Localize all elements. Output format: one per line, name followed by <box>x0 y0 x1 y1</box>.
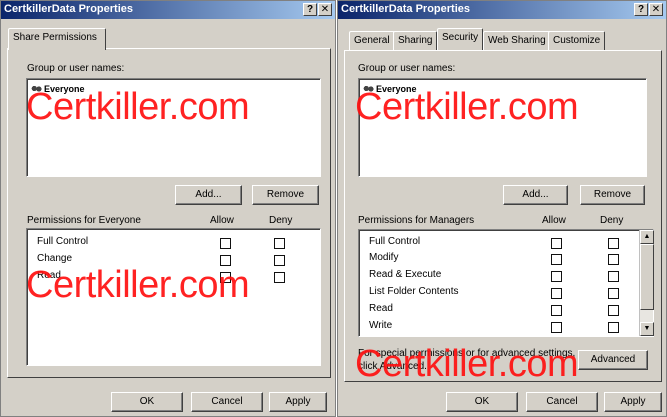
allow-checkbox[interactable] <box>551 238 562 249</box>
permission-label: Full Control <box>37 236 89 247</box>
permission-row: Write <box>369 320 392 336</box>
permission-label: Read <box>369 303 393 314</box>
allow-header: Allow <box>542 215 566 226</box>
remove-button[interactable]: Remove <box>580 185 645 205</box>
title-bar: CertkillerData Properties <box>1 1 335 19</box>
allow-checkbox[interactable] <box>551 322 562 333</box>
permission-label: Modify <box>369 252 399 263</box>
apply-button[interactable]: Apply <box>269 392 327 412</box>
deny-checkbox[interactable] <box>608 322 619 333</box>
deny-header: Deny <box>269 215 293 226</box>
cancel-button[interactable]: Cancel <box>191 392 263 412</box>
scroll-up-icon[interactable]: ▲ <box>640 230 654 244</box>
permission-label: Read & Execute <box>369 269 442 280</box>
deny-checkbox[interactable] <box>608 305 619 316</box>
tab-web-sharing[interactable]: Web Sharing <box>483 31 551 50</box>
deny-checkbox[interactable] <box>608 288 619 299</box>
apply-button[interactable]: Apply <box>604 392 662 412</box>
group-label: Group or user names: <box>27 63 125 74</box>
remove-button[interactable]: Remove <box>252 185 319 205</box>
tab-share-permissions[interactable]: Share Permissions <box>8 28 106 50</box>
tab-sharing[interactable]: Sharing <box>393 31 438 50</box>
allow-checkbox[interactable] <box>551 271 562 282</box>
help-button[interactable]: ? <box>634 3 648 16</box>
deny-header: Deny <box>600 215 624 226</box>
deny-checkbox[interactable] <box>274 238 285 249</box>
watermark-text: Certkiller.com <box>26 264 250 306</box>
allow-checkbox[interactable] <box>551 305 562 316</box>
window-title: CertkillerData Properties <box>341 3 470 15</box>
permissions-label: Permissions for Everyone <box>27 215 141 226</box>
permission-row: Read & Execute <box>369 269 441 285</box>
add-button[interactable]: Add... <box>503 185 568 205</box>
scroll-down-icon[interactable]: ▼ <box>640 322 654 336</box>
scroll-thumb[interactable] <box>640 244 654 310</box>
ok-button[interactable]: OK <box>446 392 518 412</box>
permission-label: Write <box>369 320 393 331</box>
permission-label: Change <box>37 253 73 264</box>
permission-row: Full Control <box>369 236 420 252</box>
window-title: CertkillerData Properties <box>4 3 133 15</box>
permissions-listbox: Full Control Modify Read & Execute List … <box>358 229 654 337</box>
allow-checkbox[interactable] <box>551 288 562 299</box>
permission-label: List Folder Contents <box>369 286 459 297</box>
tab-customize[interactable]: Customize <box>548 31 606 50</box>
ok-button[interactable]: OK <box>111 392 183 412</box>
title-bar: CertkillerData Properties <box>338 1 666 19</box>
watermark-text: Certkiller.com <box>355 343 579 385</box>
permission-label: Full Control <box>369 236 421 247</box>
permissions-label: Permissions for Managers <box>358 215 475 226</box>
deny-checkbox[interactable] <box>274 255 285 266</box>
close-button[interactable]: ✕ <box>649 3 663 16</box>
watermark-text: Certkiller.com <box>355 86 579 128</box>
deny-checkbox[interactable] <box>608 238 619 249</box>
group-label: Group or user names: <box>358 63 456 74</box>
deny-checkbox[interactable] <box>608 254 619 265</box>
permission-row: List Folder Contents <box>369 286 459 302</box>
allow-checkbox[interactable] <box>220 238 231 249</box>
vertical-scrollbar[interactable]: ▲ ▼ <box>639 230 654 336</box>
help-button[interactable]: ? <box>303 3 317 16</box>
cancel-button[interactable]: Cancel <box>526 392 598 412</box>
deny-checkbox[interactable] <box>608 271 619 282</box>
allow-checkbox[interactable] <box>551 254 562 265</box>
permission-row: Modify <box>369 252 398 268</box>
watermark-text: Certkiller.com <box>26 86 250 128</box>
permission-row: Full Control <box>37 236 88 252</box>
tab-label: Share Permissions <box>13 32 97 43</box>
tab-security[interactable]: Security <box>437 28 484 50</box>
close-button[interactable]: ✕ <box>318 3 332 16</box>
deny-checkbox[interactable] <box>274 272 285 283</box>
add-button[interactable]: Add... <box>175 185 242 205</box>
permission-row: Read <box>369 303 393 319</box>
advanced-button[interactable]: Advanced <box>578 350 648 370</box>
share-properties-dialog: CertkillerData Properties ? ✕ Share Perm… <box>0 0 336 417</box>
tab-general[interactable]: General <box>349 31 395 50</box>
allow-header: Allow <box>210 215 234 226</box>
